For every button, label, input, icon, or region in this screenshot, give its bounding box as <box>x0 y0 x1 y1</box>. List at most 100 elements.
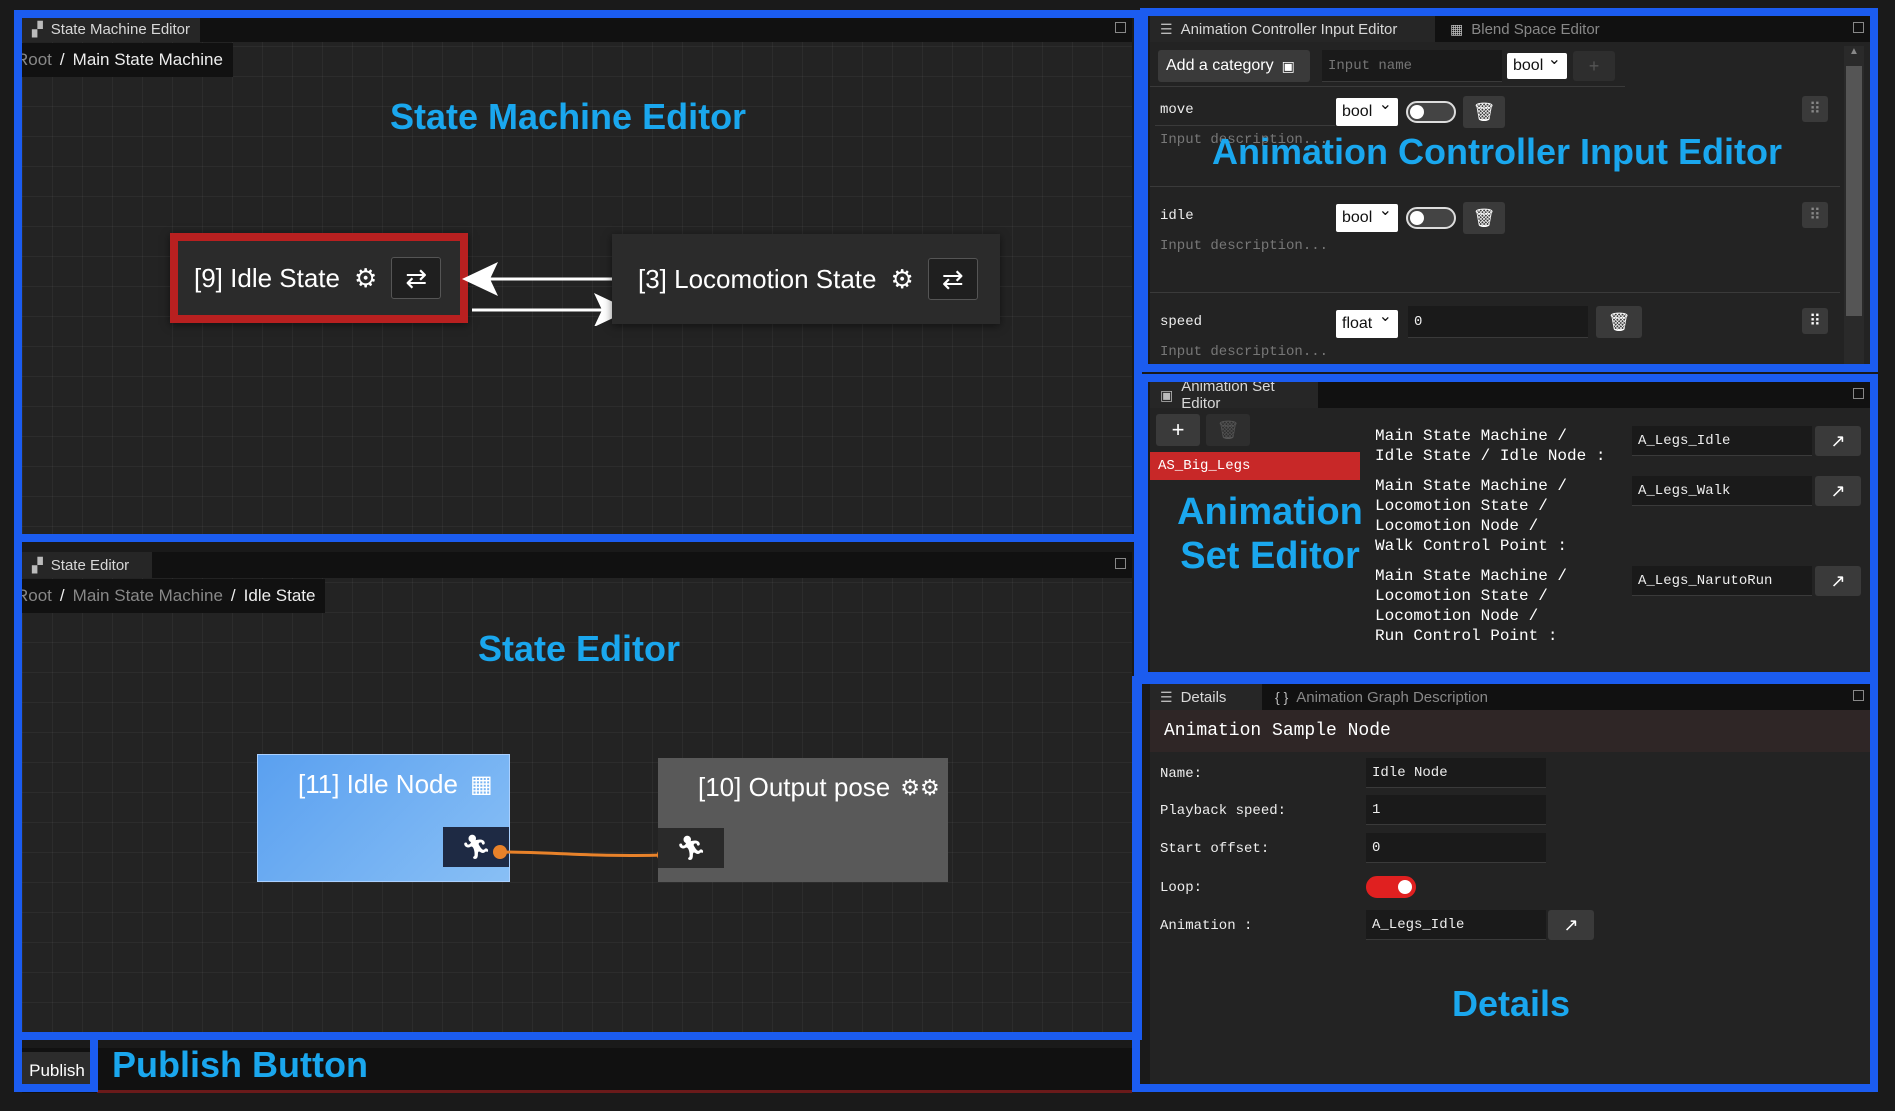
open-animation-button[interactable]: ↗ <box>1815 426 1861 456</box>
idle-state-node[interactable]: [9] Idle State ⚙ ⇄ <box>170 233 468 323</box>
name-field[interactable]: Idle Node <box>1366 758 1546 788</box>
state-editor-panel[interactable]: ▞ State Editor Root / Main State Machine… <box>22 552 1132 1034</box>
drag-handle-icon[interactable]: ⠿ <box>1802 96 1828 122</box>
tab-blend-space-editor[interactable]: ▦ Blend Space Editor <box>1440 16 1610 42</box>
animation-field[interactable]: A_Legs_Idle <box>1632 426 1812 456</box>
pose-input-pin[interactable]: 🏃︎ <box>658 828 724 868</box>
breadcrumb-root[interactable]: Root <box>22 586 52 606</box>
maximize-icon[interactable] <box>1115 22 1126 33</box>
tab-state-machine-editor[interactable]: ▞ State Machine Editor <box>22 16 201 42</box>
input-type-select[interactable]: bool <box>1336 94 1398 126</box>
gear-icon[interactable]: ⚙ <box>354 263 377 294</box>
toolbar-divider <box>1150 86 1625 87</box>
maximize-icon[interactable] <box>1853 388 1864 399</box>
set-entry: Main State Machine / Locomotion State / … <box>1375 476 1567 556</box>
publish-button[interactable]: Publish <box>22 1052 92 1090</box>
transition-icon[interactable]: ⇄ <box>927 258 978 300</box>
breadcrumb-root[interactable]: Root <box>22 50 52 70</box>
delete-input-button[interactable]: 🗑︎ <box>1463 202 1505 234</box>
tab-animation-graph-description[interactable]: { } Animation Graph Description <box>1265 684 1498 710</box>
breadcrumb-separator: / <box>59 50 65 69</box>
open-animation-button[interactable]: ↗ <box>1815 476 1861 506</box>
breadcrumb-main-state-machine[interactable]: Main State Machine <box>73 586 223 606</box>
node-connection[interactable] <box>492 837 672 877</box>
input-editor-panel[interactable]: ☰ Animation Controller Input Editor ▦ Bl… <box>1150 16 1870 364</box>
input-name[interactable]: speed <box>1160 314 1202 330</box>
input-default-value[interactable]: 0 <box>1408 306 1588 338</box>
input-description[interactable]: Input description... <box>1160 344 1328 360</box>
scroll-up-icon[interactable]: ▲ <box>1844 46 1864 64</box>
drag-handle-icon[interactable]: ⠿ <box>1802 308 1828 334</box>
gear-icon[interactable]: ⚙ <box>890 264 913 295</box>
new-input-type-select[interactable]: bool <box>1507 49 1567 79</box>
state-machine-editor-panel[interactable]: ▞ State Machine Editor Root / Main State… <box>22 16 1132 534</box>
node-label: [11] Idle Node <box>298 769 458 799</box>
breadcrumb-separator: / <box>59 586 65 605</box>
select-value: bool <box>1342 103 1373 120</box>
state-label: [9] Idle State <box>194 262 340 293</box>
delete-input-button[interactable]: 🗑︎ <box>1463 96 1505 128</box>
playback-speed-field[interactable]: 1 <box>1366 795 1546 825</box>
start-offset-field[interactable]: 0 <box>1366 833 1546 863</box>
add-input-button[interactable]: + <box>1573 51 1615 81</box>
row-divider <box>1150 292 1840 293</box>
scrollbar-thumb[interactable] <box>1846 66 1862 316</box>
maximize-icon[interactable] <box>1853 22 1864 33</box>
input-description[interactable]: Input description... <box>1160 238 1328 254</box>
idle-node[interactable]: [11] Idle Node ▦ 🏃︎ <box>257 754 510 882</box>
locomotion-state-node[interactable]: [3] Locomotion State ⚙ ⇄ <box>612 234 1000 324</box>
delete-input-button[interactable]: 🗑︎ <box>1596 306 1642 338</box>
set-list-item[interactable]: AS_Big_Legs <box>1150 452 1360 480</box>
row-divider <box>1150 186 1840 187</box>
graph-icon: ▞ <box>32 556 43 573</box>
input-name-field[interactable] <box>1322 50 1502 82</box>
tab-input-editor[interactable]: ☰ Animation Controller Input Editor <box>1150 16 1435 42</box>
annotation-label-publish: Publish Button <box>112 1044 368 1085</box>
delete-set-button[interactable]: 🗑︎ <box>1206 414 1250 446</box>
input-default-toggle[interactable] <box>1406 101 1456 123</box>
tab-label: Animation Set Editor <box>1181 382 1275 412</box>
open-animation-button[interactable]: ↗ <box>1815 566 1861 596</box>
graph-icon: ▞ <box>32 20 43 37</box>
tab-details[interactable]: ☰ Details <box>1150 684 1262 710</box>
maximize-icon[interactable] <box>1115 558 1126 569</box>
maximize-icon[interactable] <box>1853 690 1864 701</box>
open-animation-button[interactable]: ↗ <box>1548 910 1594 940</box>
input-default-toggle[interactable] <box>1406 207 1456 229</box>
sliders-icon: ☰ <box>1160 20 1173 37</box>
tab-animation-set-editor[interactable]: ▣ Animation Set Editor <box>1150 382 1318 412</box>
animation-field[interactable]: A_Legs_Idle <box>1366 910 1546 940</box>
annotation-label-animation-set-editor: Animation Set Editor <box>1177 491 1363 577</box>
entry-path-line: Locomotion Node / <box>1375 607 1539 625</box>
input-type-select[interactable]: bool <box>1336 200 1398 232</box>
tab-label: State Machine Editor <box>50 20 191 38</box>
name-label: Name: <box>1160 766 1203 782</box>
tab-label: Animation Controller Input Editor <box>1180 20 1398 38</box>
film-icon: ▦ <box>469 771 493 798</box>
state-editor-tabbar: ▞ State Editor <box>22 552 1132 578</box>
node-label: [10] Output pose <box>698 772 891 802</box>
details-header: Animation Sample Node <box>1150 710 1870 752</box>
input-name-field[interactable] <box>1155 96 1335 126</box>
output-pose-node[interactable]: [10] Output pose ⚙⚙ 🏃︎ <box>658 758 948 882</box>
tab-state-editor[interactable]: ▞ State Editor <box>22 552 152 578</box>
annotation-label-details: Details <box>1452 983 1571 1024</box>
add-set-button[interactable]: + <box>1156 414 1200 446</box>
loop-toggle[interactable] <box>1366 876 1416 898</box>
breadcrumb: Root / Main State Machine <box>22 43 233 77</box>
add-category-button[interactable]: Add a category ▣ <box>1158 50 1310 82</box>
external-link-icon: ↗ <box>1563 914 1579 935</box>
input-name[interactable]: idle <box>1160 208 1194 224</box>
breadcrumb-idle-state[interactable]: Idle State <box>244 586 316 606</box>
publish-label: Publish <box>29 1061 85 1080</box>
input-type-select[interactable]: float <box>1336 306 1398 338</box>
animation-field[interactable]: A_Legs_Walk <box>1632 476 1812 506</box>
drag-handle-icon[interactable]: ⠿ <box>1802 202 1828 228</box>
animation-field[interactable]: A_Legs_NarutoRun <box>1632 566 1812 596</box>
transition-icon[interactable]: ⇄ <box>391 257 442 299</box>
trash-icon: 🗑︎ <box>1216 419 1240 440</box>
animation-set-editor-tabbar: ▣ Animation Set Editor <box>1150 382 1870 412</box>
scrollbar-track[interactable]: ▲ <box>1844 46 1864 364</box>
breadcrumb-main-state-machine[interactable]: Main State Machine <box>73 50 223 70</box>
details-title: Animation Sample Node <box>1164 721 1391 741</box>
